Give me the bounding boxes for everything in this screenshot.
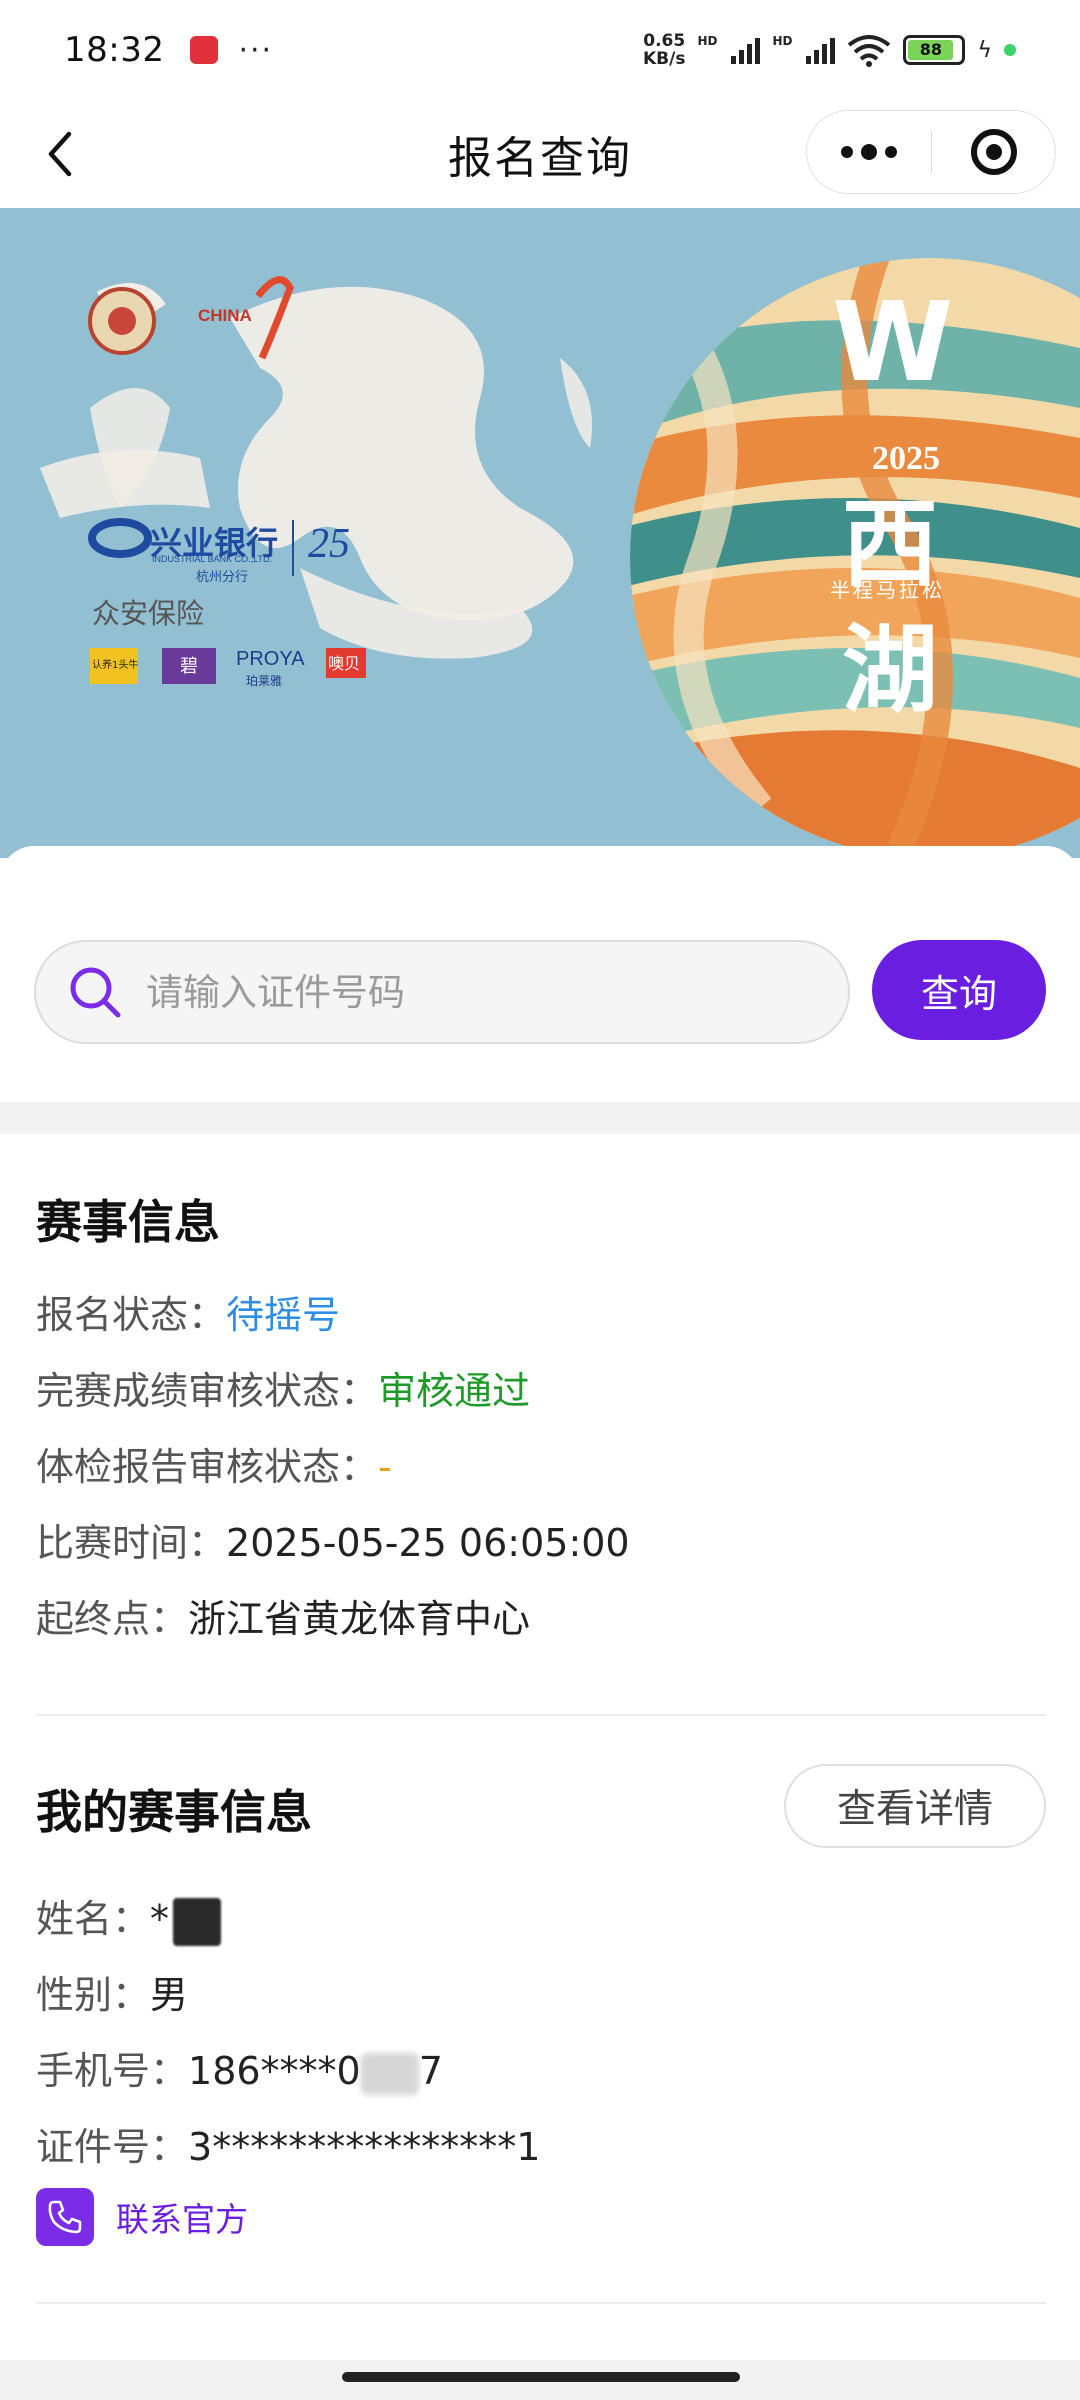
phone-label: 手机号： <box>36 2049 189 2093</box>
my-info-title: 我的赛事信息 <box>36 1785 312 1839</box>
status-time: 18:32 <box>64 30 165 70</box>
medical-review-label: 体检报告审核状态： <box>36 1445 379 1489</box>
registration-status-label: 报名状态： <box>36 1293 227 1337</box>
result-review-value: 审核通过 <box>378 1369 531 1413</box>
net-speed-unit: KB/s <box>642 49 686 69</box>
gender-label: 性别： <box>36 1973 151 2017</box>
id-number-value: 3****************1 <box>188 2125 541 2169</box>
status-bar: 18:32 ··· 0.65 KB/s HD HD 88 ϟ <box>0 0 1080 100</box>
view-details-button[interactable]: 查看详情 <box>784 1764 1046 1848</box>
race-time-row: 比赛时间：2025-05-25 06:05:00 <box>36 1512 630 1567</box>
battery-icon: 88 <box>903 35 966 65</box>
phone-icon <box>36 2188 94 2246</box>
medical-review-value: - <box>378 1445 392 1489</box>
search-icon <box>70 967 121 1018</box>
section-divider <box>36 1714 1046 1716</box>
phone-value-prefix: 186****0 <box>188 2049 361 2093</box>
battery-level: 88 <box>908 40 954 60</box>
contact-official-link[interactable]: 联系官方 <box>36 2188 248 2246</box>
insurance-logo: 众安保险 <box>92 597 205 630</box>
redacted-phone-mask <box>360 2052 419 2095</box>
start-finish-row: 起终点：浙江省黄龙体育中心 <box>36 1588 530 1643</box>
wifi-icon <box>848 35 891 67</box>
proya-logo: PROYA <box>236 648 305 670</box>
close-target-icon <box>970 129 1017 175</box>
west-lake-w-mark: W <box>832 278 954 406</box>
section-gap <box>0 1102 1080 1134</box>
event-banner: CHINA 兴业银行 INDUSTRIAL BANK CO.,LTD. 杭州分行… <box>0 208 1080 858</box>
more-button[interactable] <box>807 111 931 193</box>
charging-icon: ϟ <box>977 37 992 63</box>
sponsor-small-3: 噢贝 <box>328 654 361 673</box>
nav-bar: 报名查询 <box>0 100 1080 208</box>
result-review-row: 完赛成绩审核状态：审核通过 <box>36 1360 530 1415</box>
redacted-name-mask <box>173 1897 222 1946</box>
medical-review-row: 体检报告审核状态：- <box>36 1436 392 1491</box>
start-finish-value: 浙江省黄龙体育中心 <box>188 1597 531 1641</box>
anniversary-mark: 25 <box>308 521 350 567</box>
contact-official-label: 联系官方 <box>116 2200 248 2239</box>
bank-branch: 杭州分行 <box>196 570 249 585</box>
gender-value: 男 <box>150 1973 189 2017</box>
more-dots-icon <box>841 146 853 158</box>
registration-status-value: 待摇号 <box>226 1293 341 1337</box>
privacy-dot-icon <box>1004 44 1016 56</box>
id-number-input[interactable] <box>146 970 826 1014</box>
close-button[interactable] <box>932 111 1055 193</box>
bank-logo-en: INDUSTRIAL BANK CO.,LTD. <box>152 554 273 564</box>
result-review-label: 完赛成绩审核状态： <box>36 1369 379 1413</box>
china-logo-text: CHINA <box>198 306 252 325</box>
search-row: 查询 <box>34 940 1046 1044</box>
phone-value-suffix: 7 <box>418 2049 443 2093</box>
name-row: 姓名：* <box>36 1888 222 1946</box>
query-button[interactable]: 查询 <box>872 940 1046 1040</box>
hd-label-2: HD <box>772 34 793 48</box>
start-finish-label: 起终点： <box>36 1597 189 1641</box>
search-box[interactable] <box>34 940 850 1044</box>
content-card: 查询 赛事信息 报名状态：待摇号 完赛成绩审核状态：审核通过 体检报告审核状态：… <box>0 846 1080 2400</box>
banner-hu: 湖 <box>842 613 938 726</box>
gender-row: 性别：男 <box>36 1964 188 2019</box>
status-right-cluster: 0.65 KB/s HD HD 88 ϟ <box>643 32 1016 68</box>
registration-status-row: 报名状态：待摇号 <box>36 1284 340 1339</box>
id-number-label: 证件号： <box>36 2125 189 2169</box>
proya-logo-cn: 珀莱雅 <box>246 674 283 688</box>
name-label: 姓名： <box>36 1897 151 1941</box>
mini-program-capsule <box>806 110 1056 194</box>
event-info-title: 赛事信息 <box>36 1195 220 1249</box>
sponsor-small-2: 碧 <box>180 656 198 677</box>
network-speed: 0.65 KB/s <box>643 32 685 68</box>
sponsor-small-1: 认养1头牛 <box>92 660 139 671</box>
bottom-divider <box>36 2302 1046 2304</box>
id-number-row: 证件号：3****************1 <box>36 2116 540 2171</box>
name-value: * <box>150 1897 170 1941</box>
race-time-value: 2025-05-25 06:05:00 <box>226 1521 630 1565</box>
hd-label: HD <box>697 34 718 48</box>
net-speed-value: 0.65 <box>643 31 686 51</box>
status-more: ··· <box>238 32 274 68</box>
signal-icon-2 <box>806 36 836 64</box>
phone-row: 手机号：186****0 7 <box>36 2040 443 2095</box>
app-notification-icon <box>190 36 219 64</box>
signal-icon <box>731 36 761 64</box>
race-time-label: 比赛时间： <box>36 1521 227 1565</box>
home-indicator[interactable] <box>342 2372 740 2382</box>
